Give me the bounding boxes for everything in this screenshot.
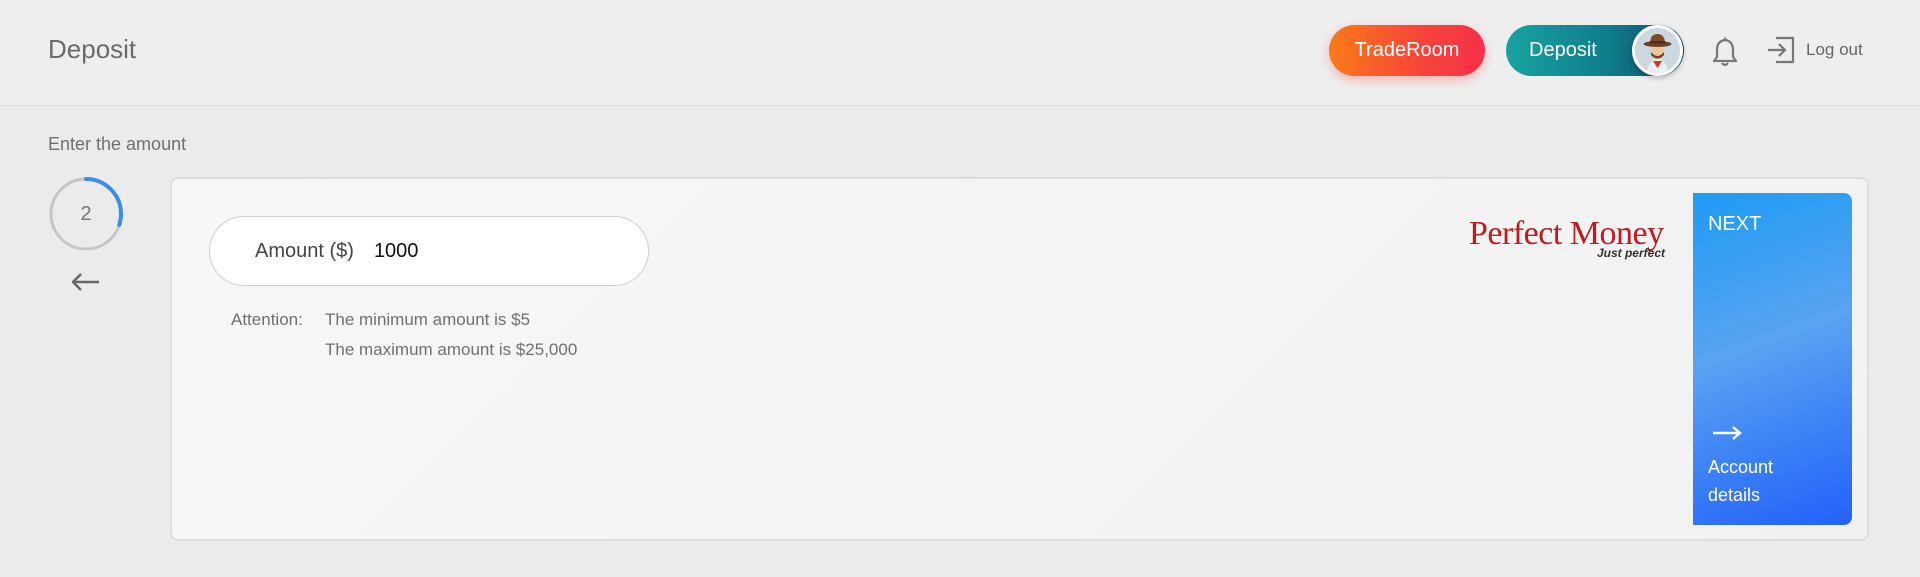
- logout-label: Log out: [1806, 40, 1863, 59]
- logout-button[interactable]: Log out: [1766, 33, 1863, 67]
- step-label: Enter the amount: [48, 134, 187, 154]
- step-number: 2: [80, 202, 92, 225]
- logout-icon: [1768, 36, 1795, 64]
- step-progress-indicator: 2: [48, 176, 124, 252]
- amount-input[interactable]: [373, 239, 614, 263]
- amount-label: Amount ($): [255, 239, 354, 262]
- arrow-right-icon: [1713, 426, 1742, 440]
- cowboy-avatar-icon: [1635, 28, 1680, 73]
- next-sub-label: Account details: [1708, 457, 1774, 505]
- page-title: Deposit: [48, 34, 137, 64]
- attention-label: Attention:: [231, 310, 303, 329]
- next-label: NEXT: [1708, 213, 1762, 235]
- logo-tagline: Just perfect: [1596, 246, 1665, 260]
- next-button[interactable]: NEXT Account details: [1693, 193, 1852, 525]
- min-amount-note: The minimum amount is $5: [325, 310, 531, 329]
- amount-field[interactable]: Amount ($): [209, 216, 649, 286]
- max-amount-note: The maximum amount is $25,000: [325, 340, 578, 359]
- bell-icon[interactable]: [1710, 36, 1740, 68]
- back-arrow-icon[interactable]: [70, 270, 102, 294]
- traderoom-button[interactable]: TradeRoom: [1329, 25, 1485, 76]
- top-header: Deposit TradeRoom Deposit Log out: [0, 0, 1920, 106]
- perfect-money-logo: Perfect Money Just perfect: [1469, 215, 1665, 263]
- avatar[interactable]: [1632, 25, 1683, 76]
